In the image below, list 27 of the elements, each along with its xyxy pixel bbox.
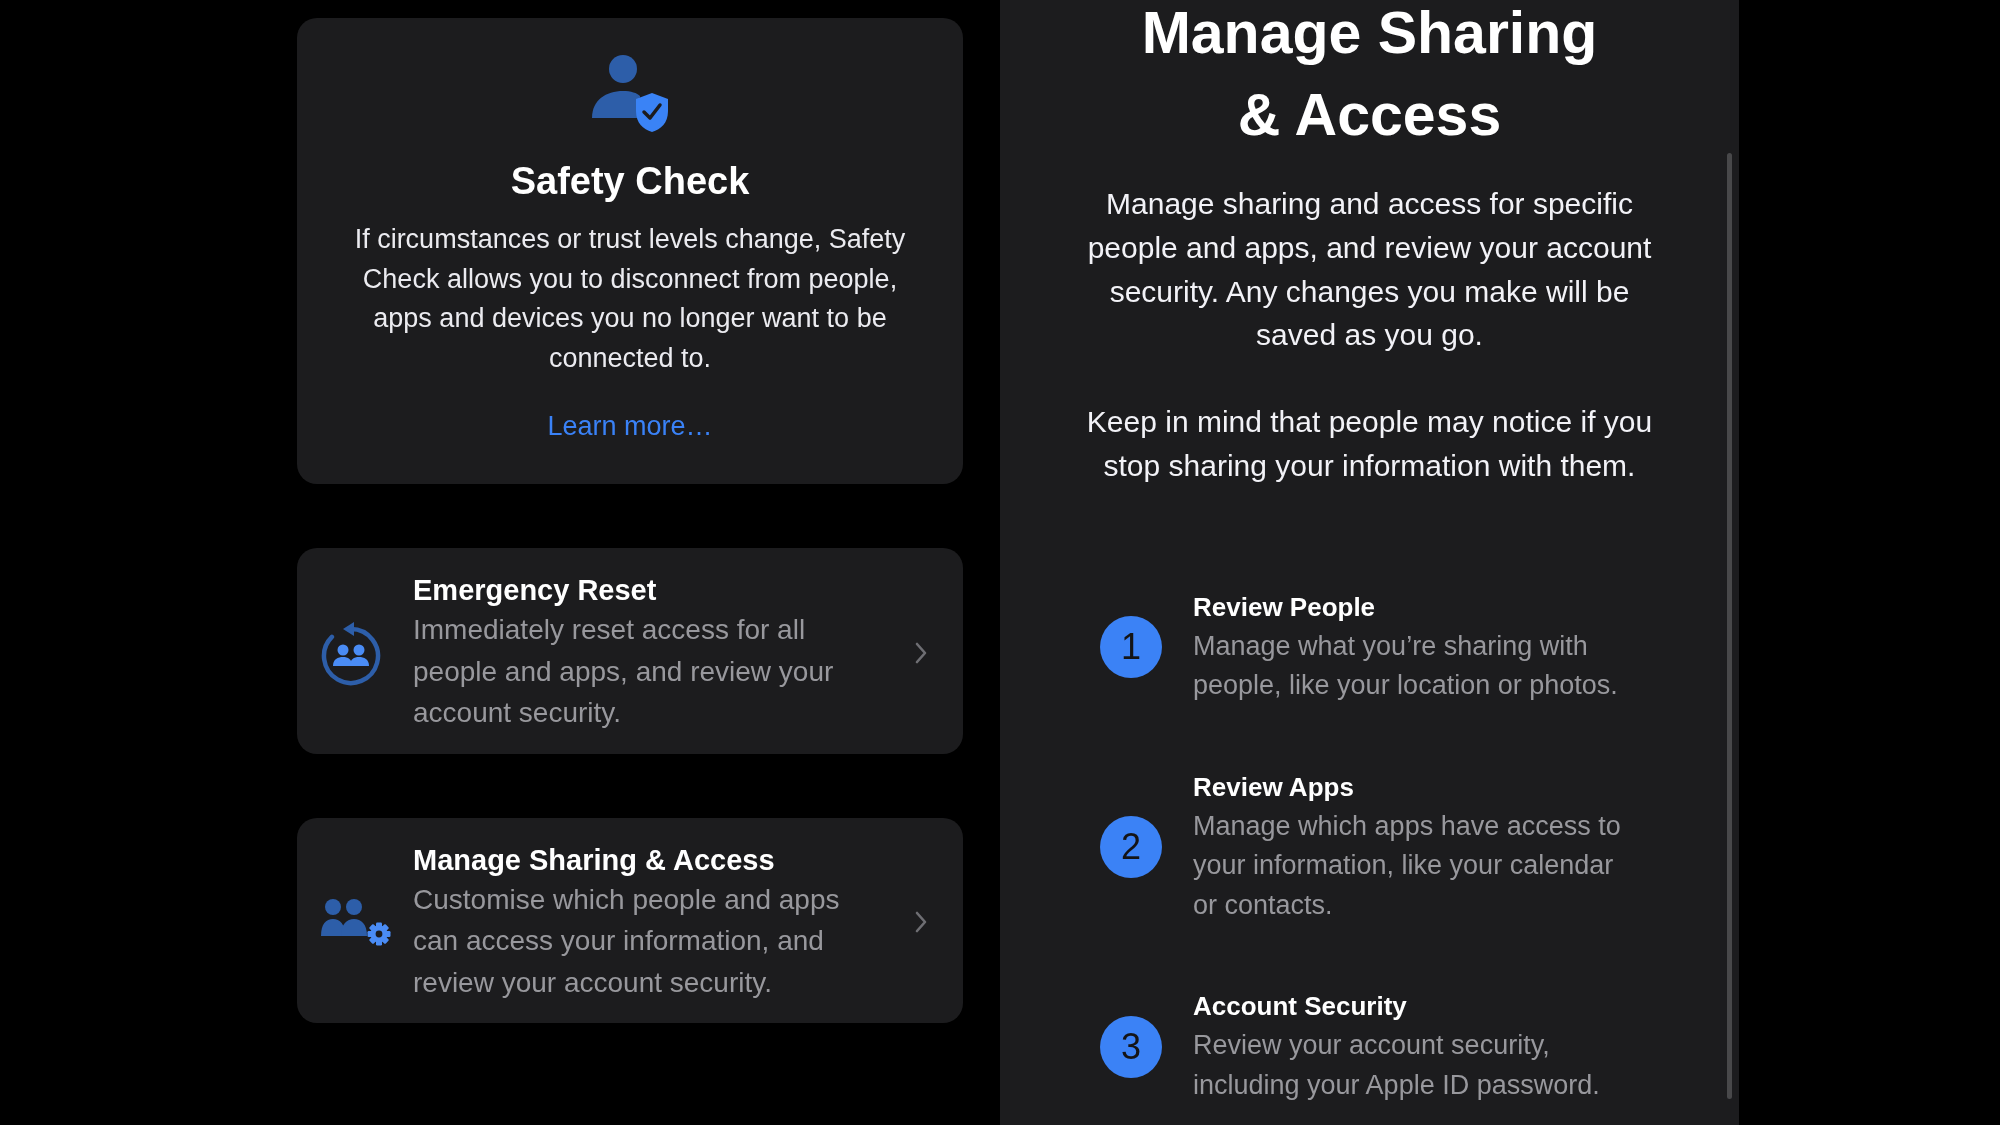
step-title: Review Apps [1193, 770, 1355, 804]
step-title: Review People [1193, 590, 1377, 624]
step-number: 3 [1100, 1015, 1162, 1078]
step-title: Account Security [1193, 990, 1408, 1024]
step-description: Manage which apps have access to your information, like your calendar or contacts. [1193, 809, 1622, 922]
detail-paragraph: Keep in mind that people may notice if you stop sharing your information with them. [1085, 404, 1654, 484]
detail-title: Manage Sharing & Access [1140, 0, 1599, 150]
safety-check-title: Safety Check [510, 159, 750, 204]
step-description: Manage what you’re sharing with people, like your location or photos. [1193, 629, 1619, 703]
people-gear-icon [321, 898, 391, 947]
option-card[interactable]: Manage Sharing & Access Customise which people and apps can access your information, and review your account security. [297, 817, 963, 1023]
step-number: 1 [1100, 616, 1162, 679]
chevron-right-icon [915, 641, 927, 664]
option-card[interactable]: Emergency Reset Immediately reset access for all people and apps, and review your account security. [297, 548, 963, 754]
step-number: 2 [1100, 816, 1162, 879]
scroll-bar[interactable] [1727, 153, 1732, 1099]
step-description: Review your account security, including your Apple ID password. [1193, 1029, 1601, 1102]
safety-check-description: If circumstances or trust levels change, Safety Check allows you to disconnect from people, apps and devices you no longer want to be connected to. [353, 223, 907, 375]
learn-more-link[interactable]: Learn more… [547, 408, 713, 444]
chevron-right-icon [915, 911, 927, 934]
option-description: Immediately reset access for all people and apps, and review your account security. [413, 613, 835, 730]
detail-paragraph: Manage sharing and access for specific people and apps, and review your account security. Any changes you make will be saved as you go. [1086, 186, 1653, 354]
option-title: Emergency Reset [413, 573, 658, 608]
circular-arrow-people-icon [321, 619, 381, 686]
option-description: Customise which people and apps can access your information, and review your account security. [413, 882, 841, 1000]
option-title: Manage Sharing & Access [413, 842, 776, 878]
person-shield-icon [592, 54, 668, 132]
